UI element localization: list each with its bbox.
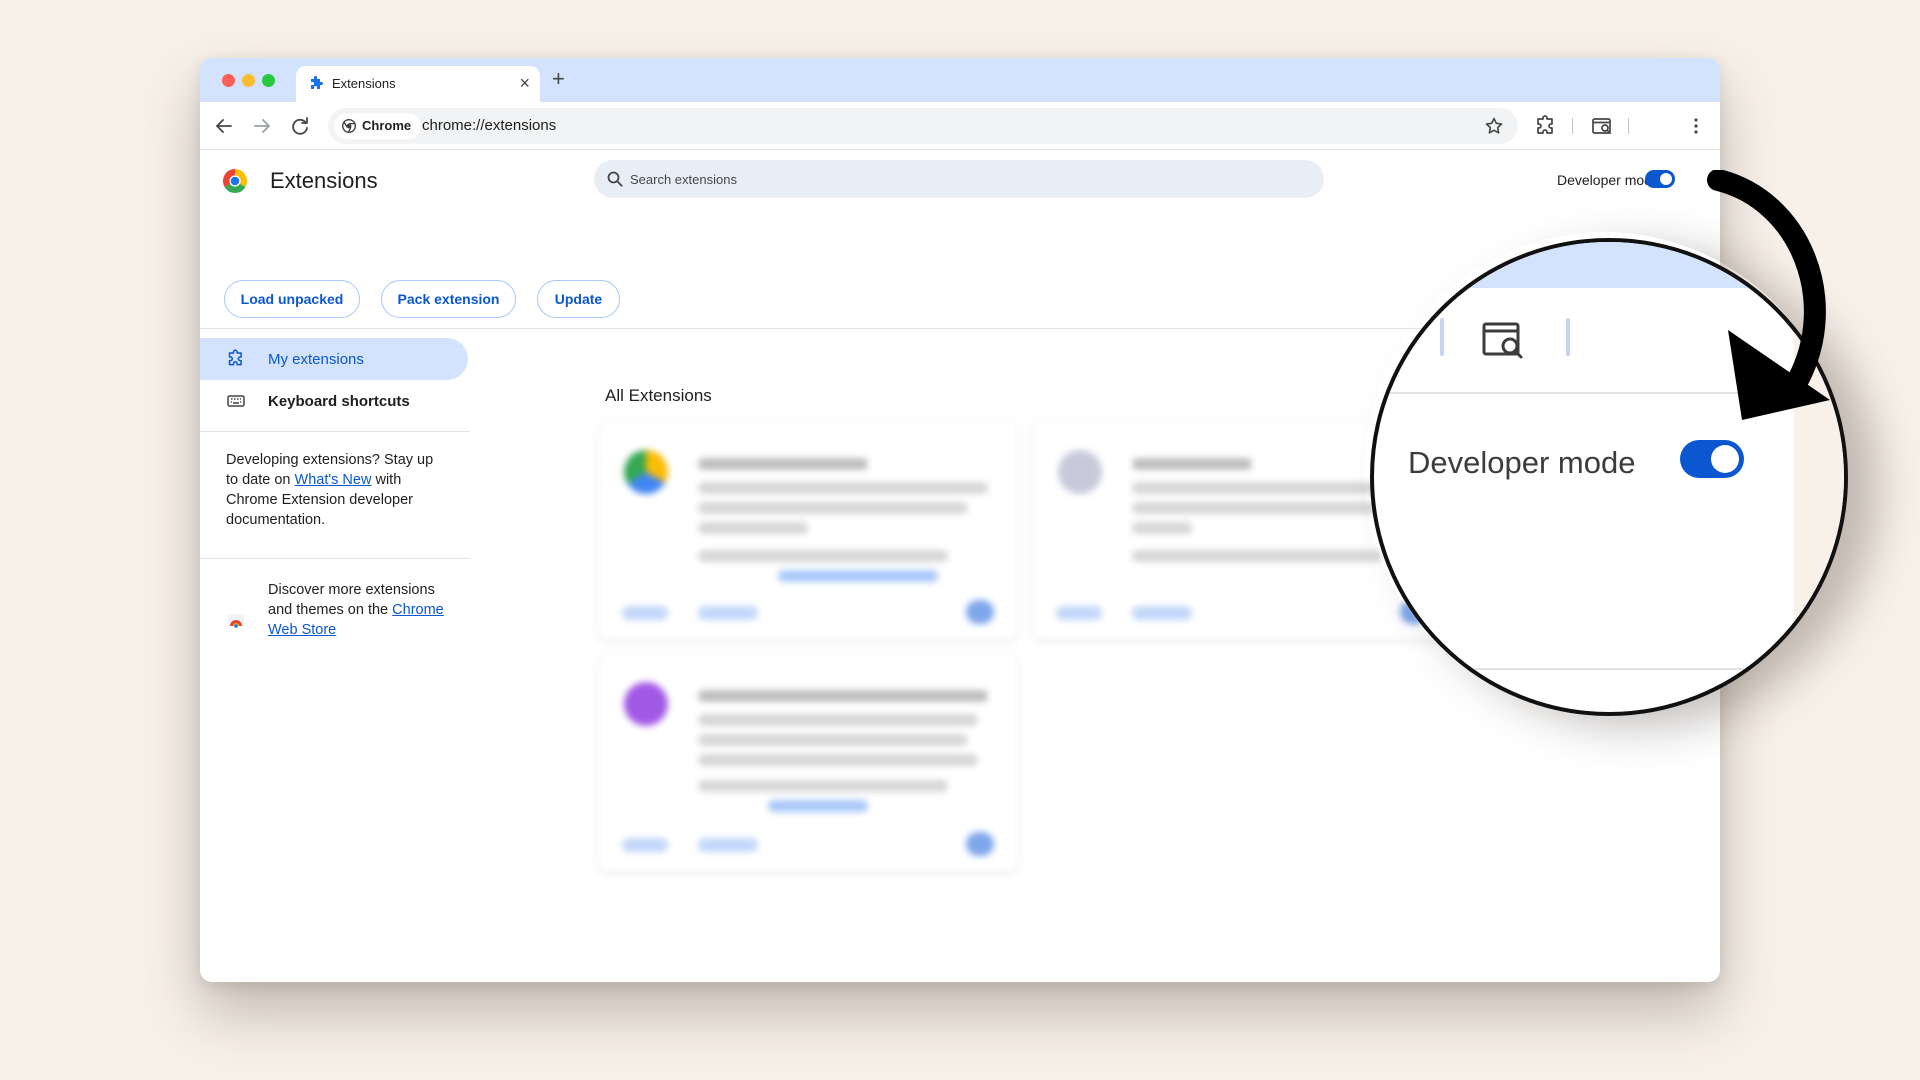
extension-card[interactable]	[598, 652, 1018, 872]
toolbar-separator	[1572, 118, 1573, 134]
toggle-knob	[1711, 445, 1739, 473]
screen-search-icon	[1482, 322, 1523, 359]
maximize-window-button[interactable]	[262, 74, 275, 87]
developer-info-text: Developing extensions? Stay up to date o…	[226, 452, 434, 528]
puzzle-icon	[311, 76, 323, 89]
search-icon	[607, 171, 623, 187]
chrome-logo-icon	[222, 169, 248, 194]
whats-new-link[interactable]: What's New	[295, 472, 372, 488]
tab-close-icon[interactable]: ×	[519, 73, 530, 93]
chrome-icon	[342, 119, 356, 133]
search-input[interactable]	[630, 160, 1310, 198]
callout-separator	[1440, 318, 1444, 356]
sidebar-item-keyboard-shortcuts[interactable]: Keyboard shortcuts	[200, 380, 468, 422]
more-menu-icon[interactable]	[1684, 114, 1708, 138]
search-bar[interactable]	[594, 160, 1324, 198]
new-tab-button[interactable]: +	[552, 67, 565, 91]
extension-card[interactable]	[598, 420, 1018, 640]
callout-developer-mode-label: Developer mode	[1408, 445, 1636, 480]
all-extensions-heading: All Extensions	[605, 386, 712, 405]
callout-separator	[1566, 318, 1570, 356]
sidebar-item-label: Keyboard shortcuts	[268, 393, 410, 410]
extension-logo	[624, 450, 668, 494]
extension-logo	[1058, 450, 1102, 494]
extension-logo	[624, 682, 668, 726]
page-title: Extensions	[270, 168, 378, 193]
address-bar[interactable]: Chrome chrome://extensions	[328, 108, 1518, 144]
callout-divider	[1374, 668, 1844, 670]
sidebar-divider	[200, 431, 470, 432]
web-store-icon	[228, 614, 244, 628]
tab-strip: Extensions × +	[200, 58, 1720, 102]
back-icon[interactable]	[212, 114, 236, 138]
tab-title: Extensions	[332, 76, 396, 91]
update-button[interactable]: Update	[537, 280, 620, 318]
sidebar-divider	[200, 558, 470, 559]
toolbar-separator	[1628, 118, 1629, 134]
sidebar-item-label: My extensions	[268, 351, 364, 368]
minimize-window-button[interactable]	[242, 74, 255, 87]
chip-label: Chrome	[362, 118, 412, 133]
site-info-chip[interactable]: Chrome	[334, 113, 422, 139]
curved-arrow-icon	[1707, 170, 1830, 420]
developer-mode-toggle[interactable]	[1645, 170, 1675, 188]
keyboard-icon	[227, 395, 245, 407]
load-unpacked-button[interactable]: Load unpacked	[224, 280, 360, 318]
sidebar-item-my-extensions[interactable]: My extensions	[200, 338, 468, 380]
web-store-info-text: Discover more extensions and themes on t…	[268, 582, 444, 638]
browser-toolbar: Chrome chrome://extensions	[200, 102, 1720, 150]
bookmark-star-icon[interactable]	[1484, 116, 1504, 136]
tab-extensions[interactable]: Extensions ×	[296, 66, 540, 102]
close-window-button[interactable]	[222, 74, 235, 87]
extension-icon	[228, 349, 242, 366]
extensions-puzzle-icon[interactable]	[1534, 114, 1558, 138]
reload-icon[interactable]	[288, 114, 312, 138]
url-text: chrome://extensions	[422, 117, 557, 134]
callout-developer-mode-toggle	[1680, 440, 1744, 478]
toggle-knob	[1660, 173, 1672, 185]
pack-extension-button[interactable]: Pack extension	[381, 280, 516, 318]
screen-search-icon[interactable]	[1590, 114, 1614, 138]
forward-icon[interactable]	[250, 114, 274, 138]
